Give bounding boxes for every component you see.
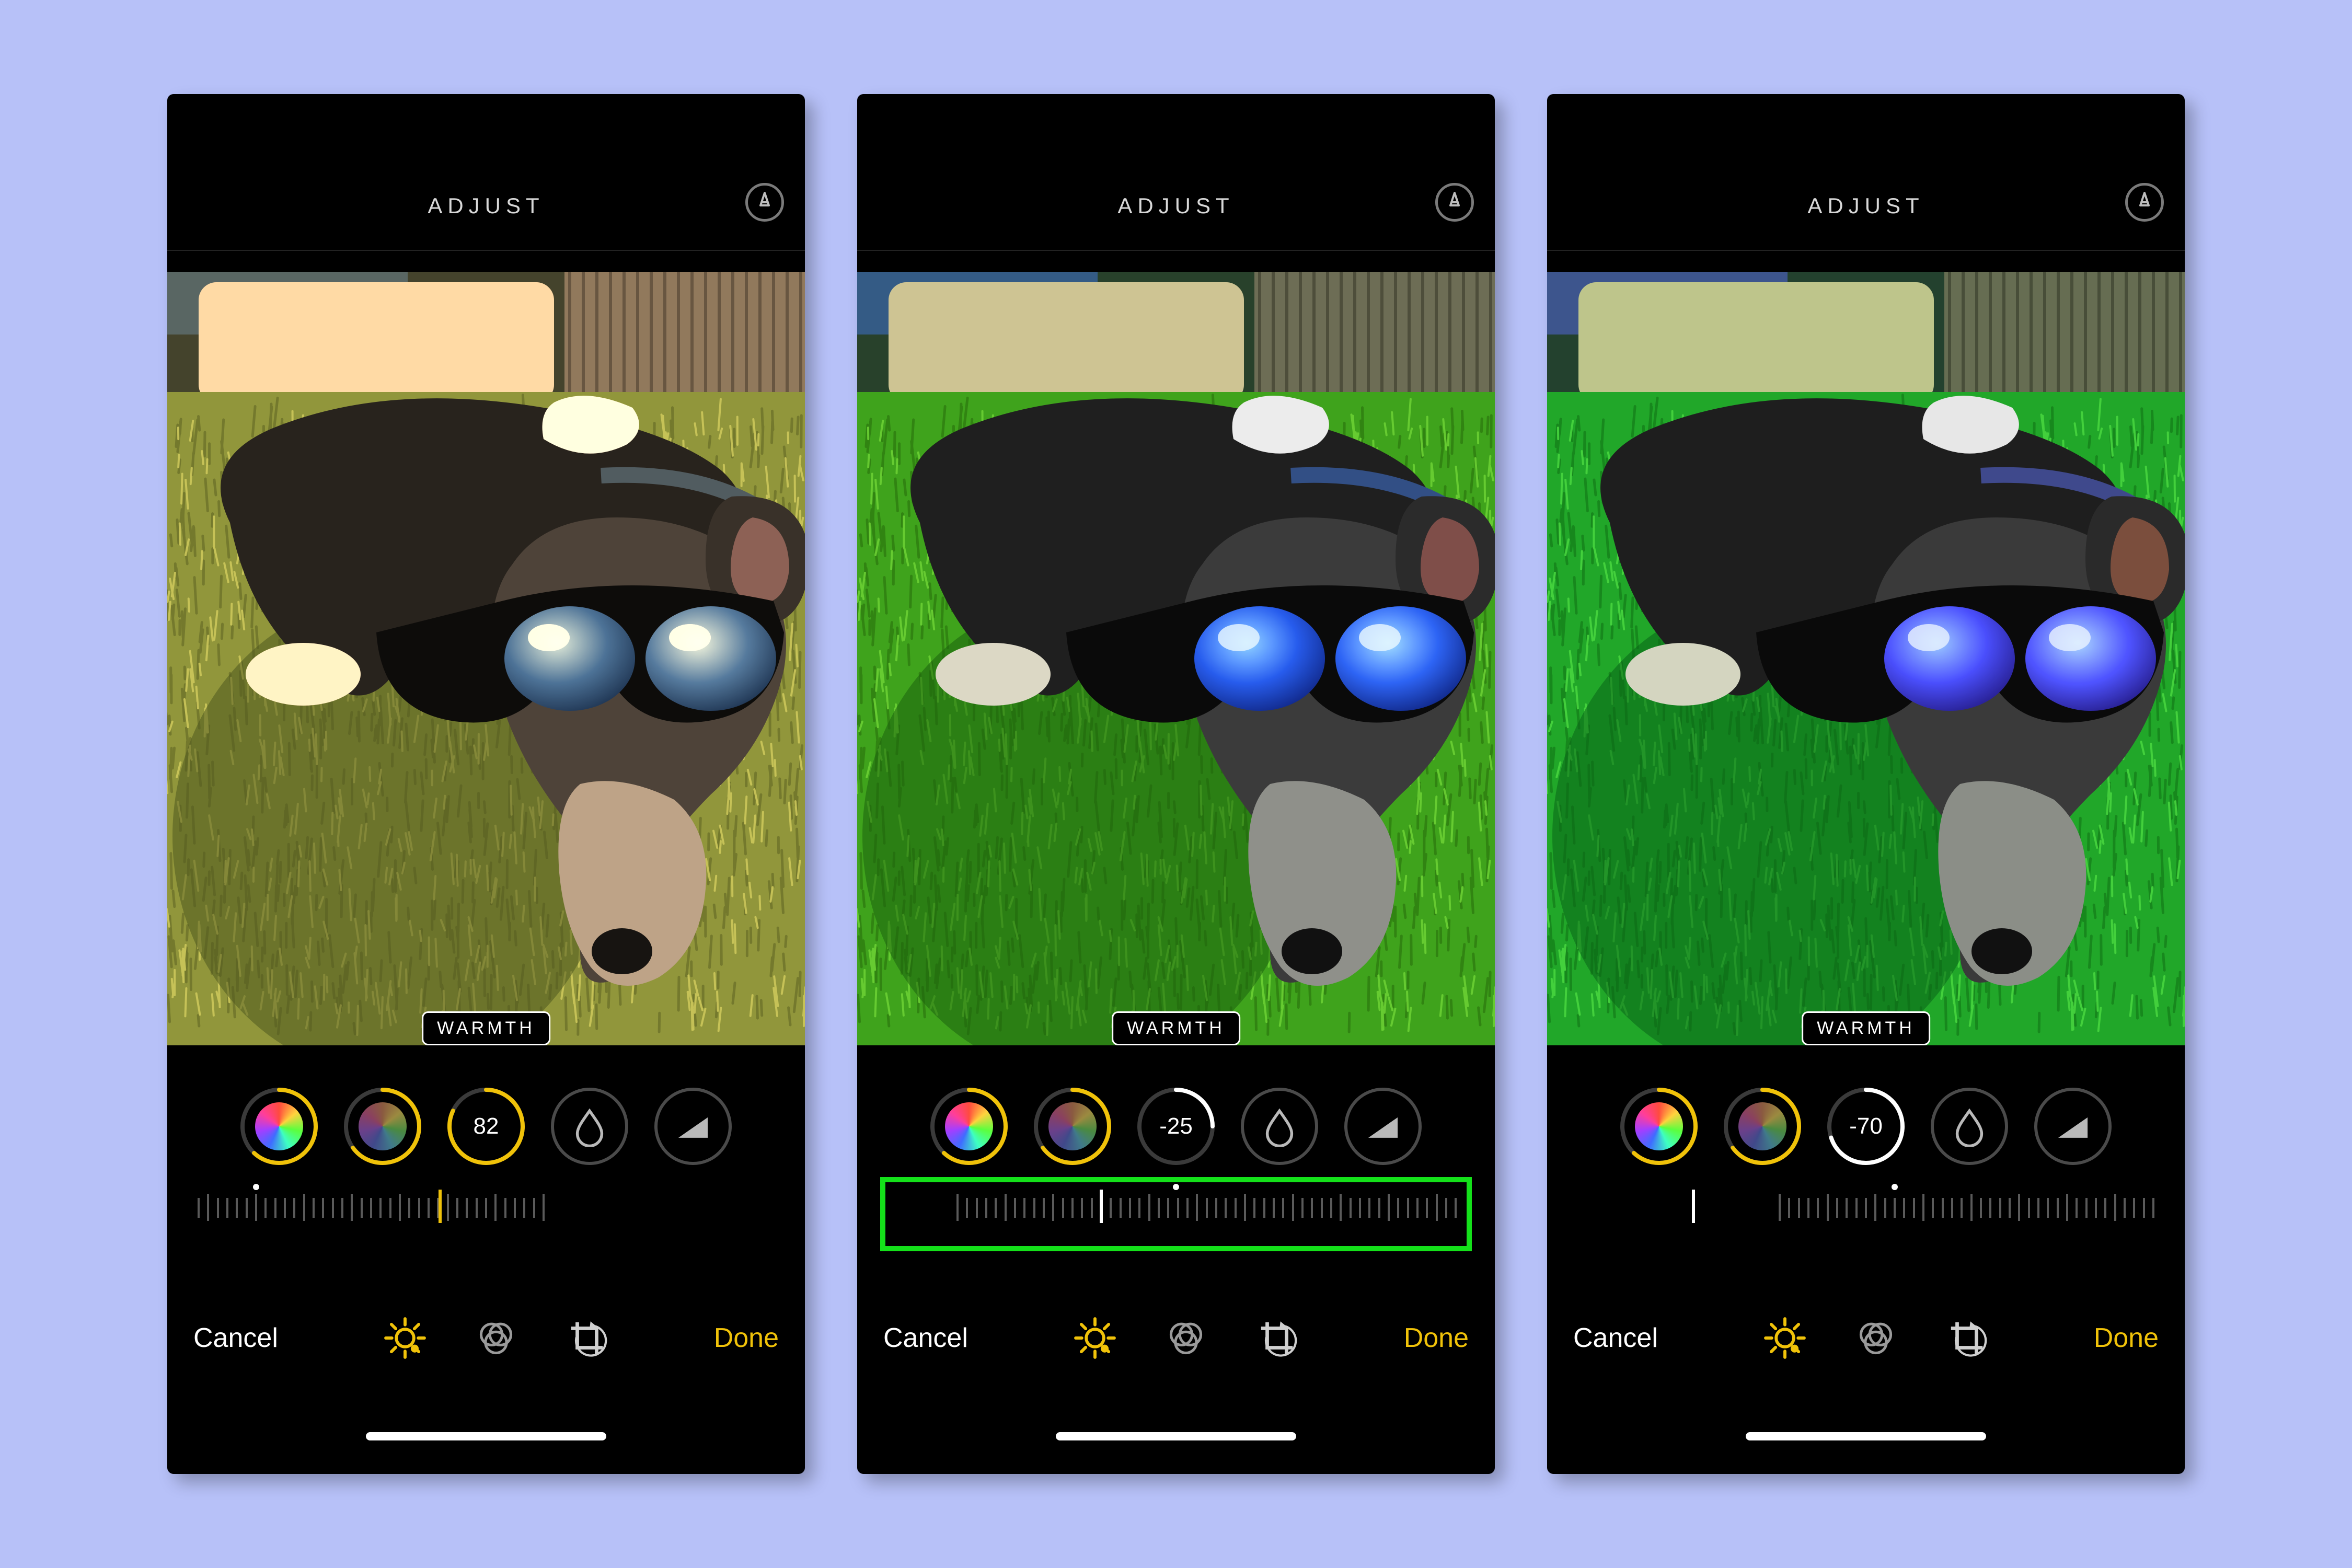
- adjustment-name-chip: WARMTH: [422, 1011, 550, 1045]
- vibrance-tool[interactable]: [930, 1088, 1008, 1165]
- crop-mode-icon[interactable]: [1945, 1316, 1989, 1360]
- header-title: ADJUST: [857, 193, 1495, 218]
- saturation-tool[interactable]: [1724, 1088, 1801, 1165]
- bottom-bar: Cancel Done: [1547, 1249, 2185, 1427]
- adjustment-tools-row[interactable]: -25: [857, 1071, 1495, 1181]
- crop-mode-icon[interactable]: [1255, 1316, 1299, 1360]
- slider-marker[interactable]: [1692, 1190, 1695, 1223]
- auto-enhance-icon[interactable]: [2125, 183, 2164, 222]
- photo-preview[interactable]: WARMTH: [167, 251, 805, 1066]
- warmth-tool[interactable]: 82: [447, 1088, 525, 1165]
- tint-tool[interactable]: [1241, 1088, 1318, 1165]
- filters-mode-icon[interactable]: [474, 1316, 518, 1360]
- warmth-tool[interactable]: -70: [1827, 1088, 1905, 1165]
- home-indicator[interactable]: [366, 1432, 606, 1440]
- home-indicator-area: [1547, 1427, 2185, 1474]
- slider-origin-dot: [1892, 1184, 1898, 1190]
- adjustment-name-chip: WARMTH: [1112, 1011, 1240, 1045]
- bottom-bar: Cancel Done: [857, 1249, 1495, 1427]
- cancel-button[interactable]: Cancel: [1573, 1322, 1658, 1354]
- cancel-button[interactable]: Cancel: [883, 1322, 968, 1354]
- auto-enhance-icon[interactable]: [1435, 183, 1474, 222]
- adjust-mode-icon[interactable]: [1763, 1316, 1807, 1360]
- photo-preview[interactable]: WARMTH: [857, 251, 1495, 1066]
- saturation-tool[interactable]: [1034, 1088, 1111, 1165]
- tint-tool[interactable]: [551, 1088, 628, 1165]
- value-slider[interactable]: [857, 1181, 1495, 1249]
- saturation-tool[interactable]: [344, 1088, 421, 1165]
- value-slider[interactable]: [1547, 1181, 2185, 1249]
- done-button[interactable]: Done: [1404, 1322, 1469, 1354]
- adjust-mode-icon[interactable]: [1073, 1316, 1117, 1360]
- home-indicator-area: [857, 1427, 1495, 1474]
- slider-origin-dot: [253, 1184, 259, 1190]
- adjustment-tools-row[interactable]: 82: [167, 1071, 805, 1181]
- phone-screen: ADJUST: [857, 94, 1495, 1474]
- sharpness-tool[interactable]: [1344, 1088, 1422, 1165]
- auto-enhance-icon[interactable]: [745, 183, 784, 222]
- header-title: ADJUST: [167, 193, 805, 218]
- adjustment-name-chip: WARMTH: [1802, 1011, 1930, 1045]
- value-slider[interactable]: [167, 1181, 805, 1249]
- header-title: ADJUST: [1547, 193, 2185, 218]
- slider-marker[interactable]: [1100, 1190, 1103, 1223]
- bottom-bar: Cancel Done: [167, 1249, 805, 1427]
- home-indicator[interactable]: [1746, 1432, 1986, 1440]
- vibrance-tool[interactable]: [1620, 1088, 1698, 1165]
- crop-mode-icon[interactable]: [565, 1316, 609, 1360]
- editor-header: ADJUST: [857, 94, 1495, 251]
- warmth-tool[interactable]: -25: [1137, 1088, 1215, 1165]
- cancel-button[interactable]: Cancel: [193, 1322, 278, 1354]
- sharpness-tool[interactable]: [2034, 1088, 2112, 1165]
- home-indicator[interactable]: [1056, 1432, 1296, 1440]
- done-button[interactable]: Done: [714, 1322, 779, 1354]
- home-indicator-area: [167, 1427, 805, 1474]
- filters-mode-icon[interactable]: [1854, 1316, 1898, 1360]
- slider-origin-dot: [1173, 1184, 1179, 1190]
- filters-mode-icon[interactable]: [1164, 1316, 1208, 1360]
- vibrance-tool[interactable]: [240, 1088, 318, 1165]
- slider-marker[interactable]: [439, 1190, 442, 1223]
- editor-header: ADJUST: [167, 94, 805, 251]
- phone-screen: ADJUST: [167, 94, 805, 1474]
- tint-tool[interactable]: [1931, 1088, 2008, 1165]
- done-button[interactable]: Done: [2094, 1322, 2159, 1354]
- photo-preview[interactable]: WARMTH: [1547, 251, 2185, 1066]
- phone-screen: ADJUST: [1547, 94, 2185, 1474]
- sharpness-tool[interactable]: [654, 1088, 732, 1165]
- adjustment-tools-row[interactable]: -70: [1547, 1071, 2185, 1181]
- editor-header: ADJUST: [1547, 94, 2185, 251]
- adjust-mode-icon[interactable]: [383, 1316, 427, 1360]
